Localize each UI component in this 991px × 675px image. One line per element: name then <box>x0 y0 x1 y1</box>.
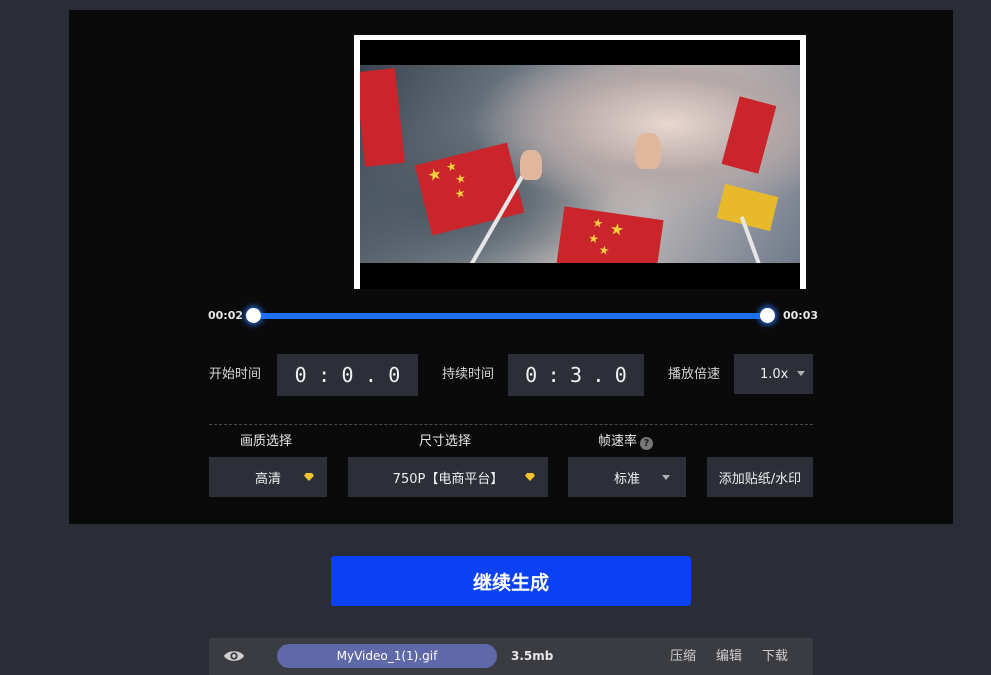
quality-select[interactable]: 高清 <box>209 457 327 497</box>
speed-value: 1.0x <box>760 366 789 382</box>
slider-start-handle[interactable] <box>246 308 261 323</box>
start-time-label: 开始时间 <box>209 367 262 382</box>
slider-end-time: 00:03 <box>783 309 819 322</box>
digit-separator: : <box>318 363 331 387</box>
digit: 3 <box>569 363 582 387</box>
fps-header-text: 帧速率 <box>598 434 638 449</box>
slider-end-handle[interactable] <box>760 308 775 323</box>
file-size: 3.5mb <box>511 649 554 663</box>
flag-shape: ★ ★ ★ ★ <box>556 206 664 263</box>
eye-icon[interactable] <box>223 647 245 665</box>
flag-shape <box>360 68 405 167</box>
continue-generate-button[interactable]: 继续生成 <box>331 556 691 606</box>
chevron-down-icon <box>662 475 670 480</box>
digit-separator: . <box>592 363 605 387</box>
video-frame: ★ ★ ★ ★ ★ ★ ★ ★ <box>360 40 800 289</box>
start-time-input[interactable]: 0 : 0 . 0 <box>277 354 418 396</box>
speed-label: 播放倍速 <box>668 367 721 382</box>
video-image: ★ ★ ★ ★ ★ ★ ★ ★ <box>360 65 800 263</box>
size-select[interactable]: 750P【电商平台】 <box>348 457 548 497</box>
download-link[interactable]: 下载 <box>762 638 788 675</box>
digit: 0 <box>614 363 627 387</box>
digit: 0 <box>341 363 354 387</box>
edit-link[interactable]: 编辑 <box>716 638 742 675</box>
trim-slider[interactable]: 00:02 00:03 <box>69 308 953 323</box>
digit-separator: . <box>364 363 377 387</box>
hand-shape <box>520 150 542 180</box>
compress-link[interactable]: 压缩 <box>670 638 696 675</box>
flag-shape: ★ ★ ★ ★ <box>414 142 525 236</box>
speed-select[interactable]: 1.0x <box>734 354 813 394</box>
quality-value: 高清 <box>254 471 281 487</box>
digit: 0 <box>388 363 401 387</box>
chevron-down-icon <box>797 371 805 376</box>
diamond-icon <box>525 473 535 481</box>
fps-select[interactable]: 标准 <box>568 457 686 497</box>
fps-header: 帧速率? <box>598 434 654 450</box>
editor-panel: ★ ★ ★ ★ ★ ★ ★ ★ 00:02 00:03 开始时间 0: 0 .… <box>69 10 953 524</box>
flag-shape <box>716 183 779 232</box>
section-divider <box>209 424 813 425</box>
duration-label: 持续时间 <box>442 367 495 382</box>
digit: 0 <box>525 363 538 387</box>
flag-shape <box>721 96 777 174</box>
file-name-pill[interactable]: MyVideo_1(1).gif <box>277 644 497 668</box>
quality-header: 画质选择 <box>240 434 293 449</box>
add-sticker-watermark-button[interactable]: 添加贴纸/水印 <box>707 457 813 497</box>
size-value: 750P【电商平台】 <box>392 471 504 487</box>
diamond-icon <box>304 473 314 481</box>
file-result-bar: MyVideo_1(1).gif 3.5mb 压缩 编辑 下载 <box>209 638 813 675</box>
slider-start-time: 00:02 <box>208 309 244 322</box>
help-icon[interactable]: ? <box>640 437 654 450</box>
digit-separator: : <box>547 363 560 387</box>
slider-track[interactable] <box>254 313 768 319</box>
size-header: 尺寸选择 <box>419 434 472 449</box>
digit: 0 <box>294 363 307 387</box>
time-controls: 开始时间 0 : 0 . 0 持续时间 0 : 3 . 0 播放倍速 1.0x <box>69 354 953 396</box>
fps-value: 标准 <box>613 471 640 487</box>
duration-input[interactable]: 0 : 3 . 0 <box>508 354 644 396</box>
video-preview: ★ ★ ★ ★ ★ ★ ★ ★ <box>354 35 806 289</box>
hand-shape <box>635 133 661 169</box>
